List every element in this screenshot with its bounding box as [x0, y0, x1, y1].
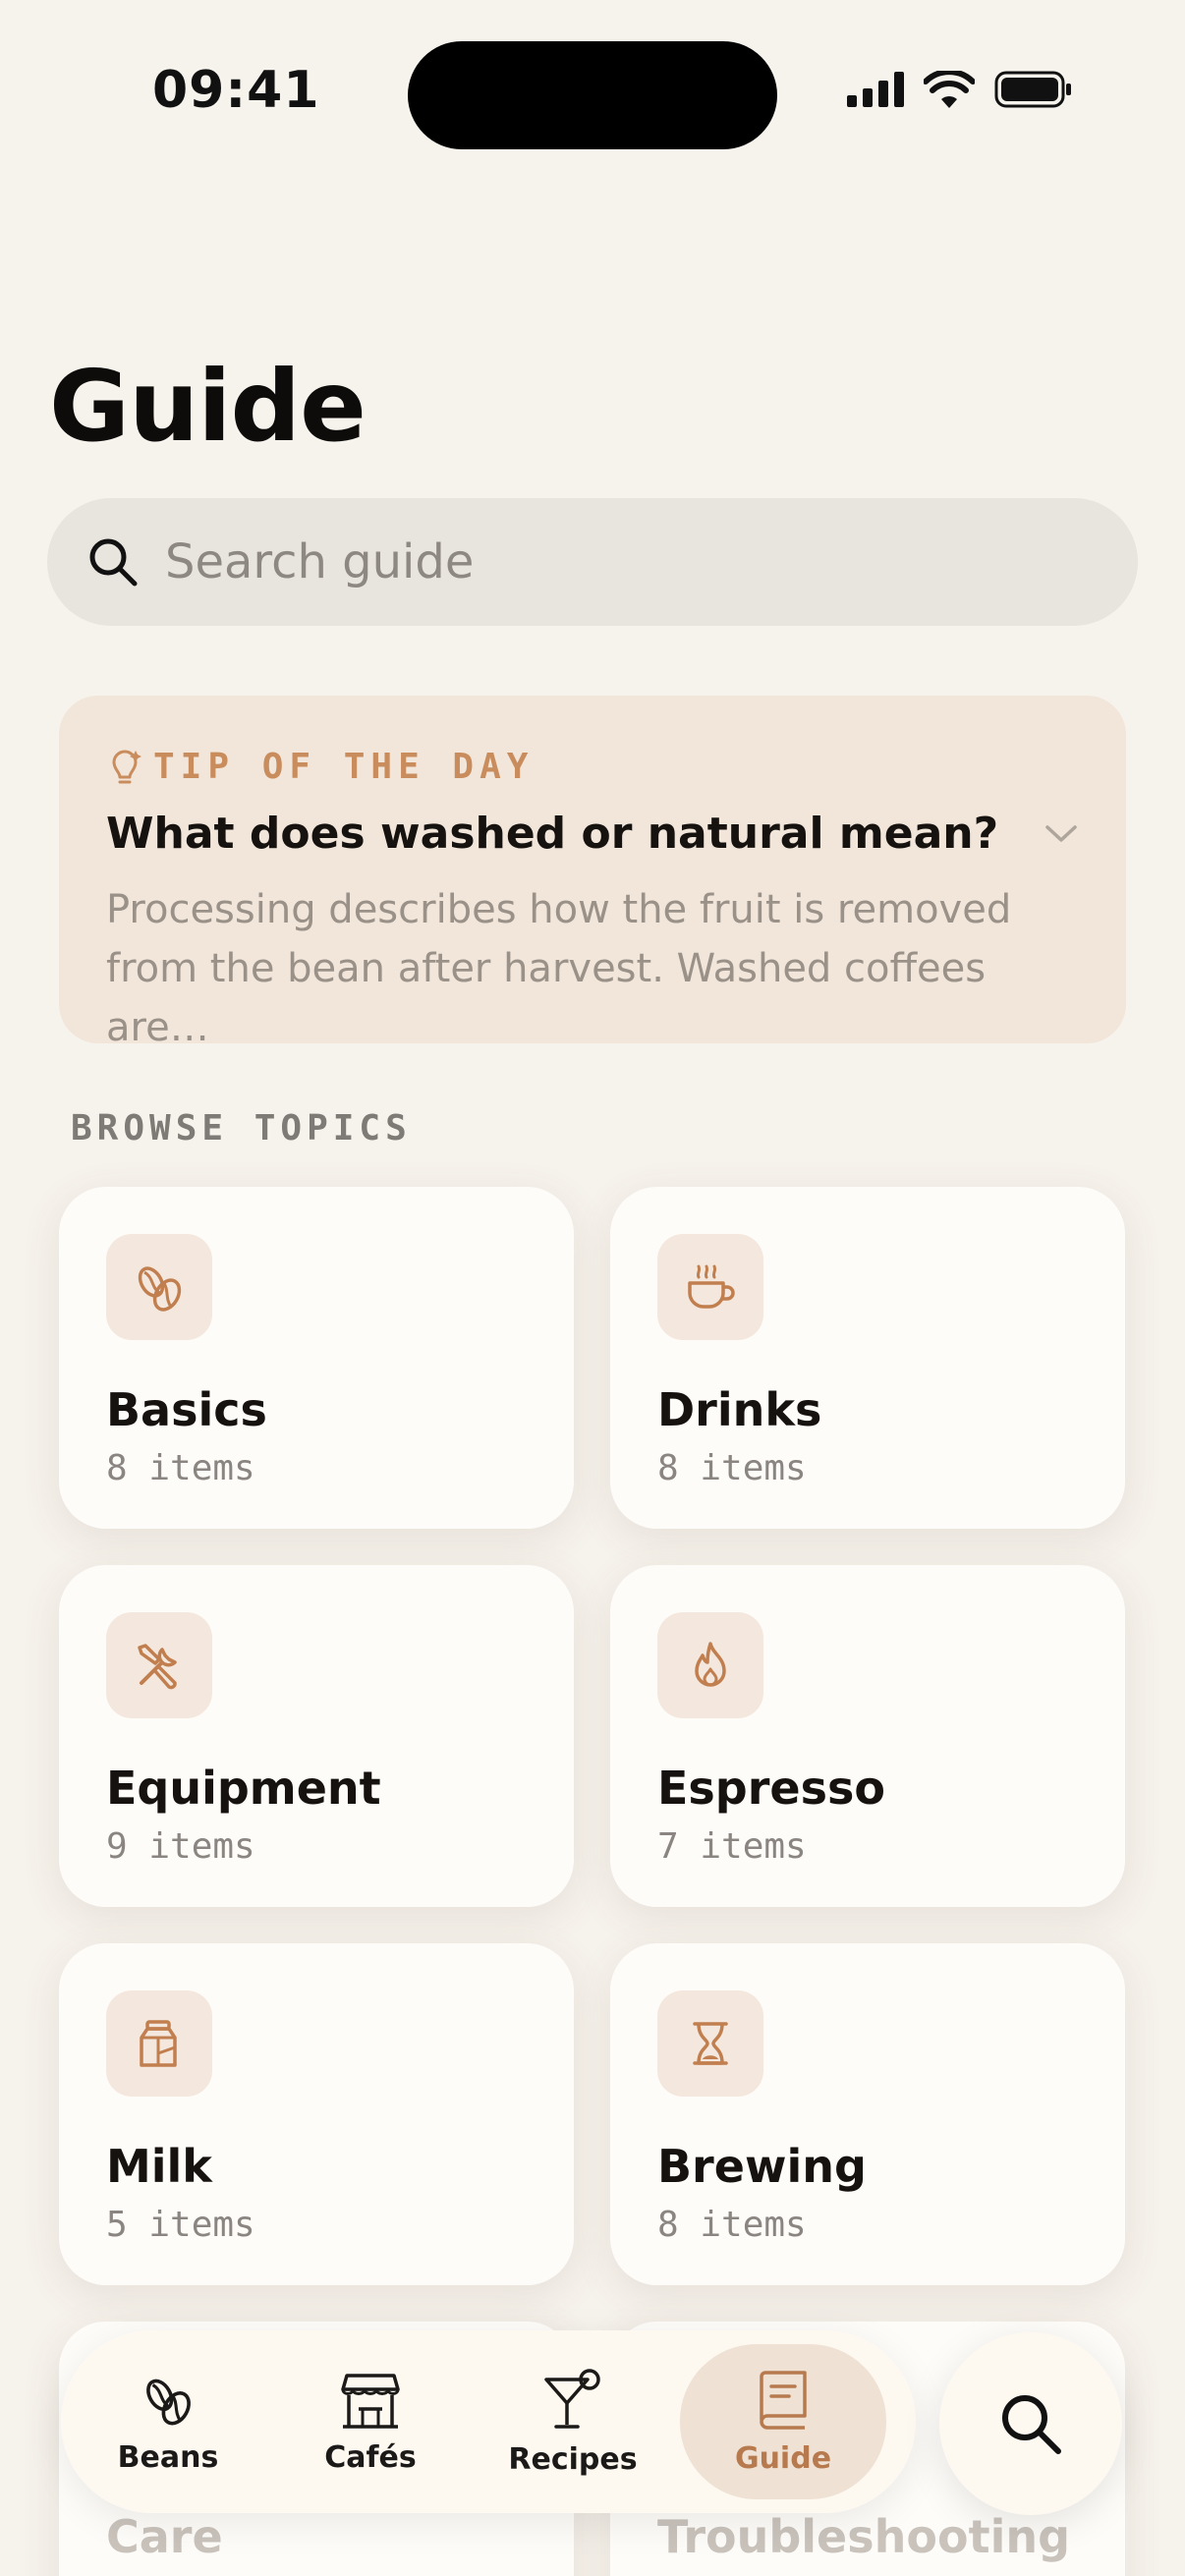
- tip-question: What does washed or natural mean?: [106, 809, 999, 859]
- page-title: Guide: [49, 349, 367, 464]
- topic-card-espresso[interactable]: Espresso 7 items: [610, 1565, 1125, 1907]
- topic-name: Care: [106, 2510, 223, 2563]
- flame-icon: [695, 1642, 726, 1687]
- signal-icon: [847, 72, 904, 107]
- coffee-cup-icon: [688, 1264, 735, 1309]
- dynamic-island: [408, 41, 777, 149]
- tab-label: Cafés: [324, 2439, 417, 2475]
- topic-name: Troubleshooting: [657, 2510, 1071, 2563]
- battery-icon: [994, 71, 1071, 108]
- topic-card-basics[interactable]: Basics 8 items: [59, 1187, 574, 1529]
- topic-count: 8 items: [657, 1448, 807, 1488]
- lightbulb-icon: [112, 750, 141, 783]
- tip-body: Processing describes how the fruit is re…: [106, 887, 1012, 1050]
- topic-card-brewing[interactable]: Brewing 8 items: [610, 1943, 1125, 2285]
- topic-count: 8 items: [657, 2205, 807, 2245]
- storefront-icon: [341, 2373, 400, 2429]
- search-icon: [89, 538, 138, 587]
- topic-name: Milk: [106, 2140, 212, 2193]
- topic-card-milk[interactable]: Milk 5 items: [59, 1943, 574, 2285]
- tools-icon: [138, 1644, 177, 1690]
- topic-name: Basics: [106, 1383, 267, 1436]
- search-input[interactable]: [165, 534, 1049, 589]
- topic-count: 9 items: [106, 1826, 255, 1867]
- status-time: 09:41: [152, 61, 320, 120]
- wifi-icon: [924, 71, 975, 108]
- cocktail-glass-icon: [544, 2368, 600, 2429]
- topic-count: 7 items: [657, 1826, 807, 1867]
- topic-name: Espresso: [657, 1762, 885, 1815]
- status-icons: [847, 71, 1073, 108]
- tab-label: Recipes: [508, 2441, 638, 2477]
- tab-cafes[interactable]: Cafés: [267, 2330, 474, 2513]
- coffee-bean-icon: [146, 2379, 191, 2425]
- tab-beans[interactable]: Beans: [65, 2330, 271, 2513]
- topic-count: 8 items: [106, 1448, 255, 1488]
- chevron-down-icon[interactable]: [1044, 823, 1079, 845]
- tip-label: TIP OF THE DAY: [153, 747, 535, 787]
- tab-label: Guide: [734, 2440, 832, 2476]
- topic-name: Equipment: [106, 1762, 381, 1815]
- hourglass-icon: [693, 2022, 728, 2065]
- tip-card[interactable]: TIP OF THE DAY What does washed or natur…: [59, 696, 1126, 1050]
- search-bar[interactable]: [47, 498, 1138, 626]
- topic-card-drinks[interactable]: Drinks 8 items: [610, 1187, 1125, 1529]
- tab-guide[interactable]: Guide: [680, 2344, 886, 2499]
- status-bar: 09:41: [0, 0, 1185, 196]
- tab-label: Beans: [117, 2439, 219, 2475]
- topic-name: Drinks: [657, 1383, 822, 1436]
- topic-name: Brewing: [657, 2140, 867, 2193]
- book-icon: [760, 2370, 807, 2430]
- coffee-bean-icon: [138, 1266, 182, 1312]
- tab-bar: Beans Cafés Recipes Guide: [61, 2330, 916, 2513]
- search-button[interactable]: [939, 2332, 1122, 2515]
- browse-topics-label: BROWSE TOPICS: [71, 1108, 412, 1148]
- tab-recipes[interactable]: Recipes: [470, 2330, 676, 2513]
- topic-card-equipment[interactable]: Equipment 9 items: [59, 1565, 574, 1907]
- topic-count: 5 items: [106, 2205, 255, 2245]
- milk-carton-icon: [140, 2020, 177, 2067]
- search-icon: [1002, 2395, 1061, 2454]
